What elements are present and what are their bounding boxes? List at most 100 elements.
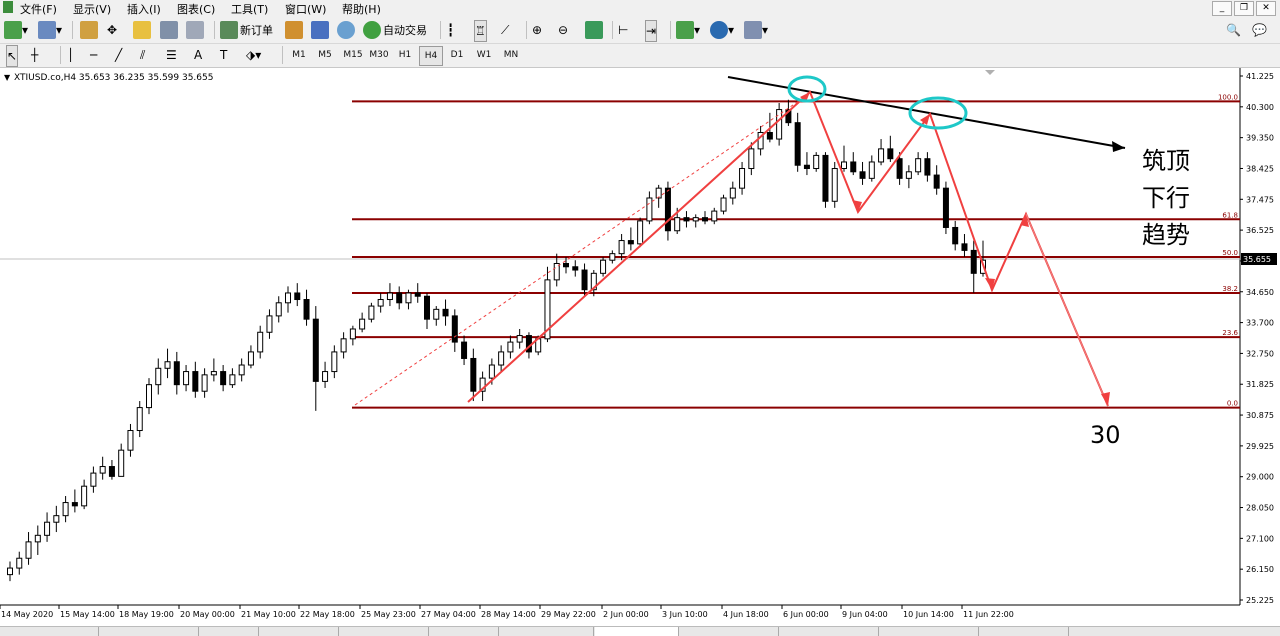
signals-icon — [311, 21, 329, 39]
candle[interactable] — [831, 161, 838, 208]
current-price-label: 35.655 — [1243, 255, 1271, 264]
new-chart-button[interactable]: ▾ — [4, 20, 28, 40]
horizontal-line-icon: ─ — [90, 48, 98, 62]
candle-body — [516, 335, 523, 343]
x-tick-label: 28 May 14:00 — [481, 610, 536, 619]
menu-help[interactable]: 帮助(H) — [342, 1, 381, 17]
candle-body — [868, 161, 875, 179]
tf-m1[interactable]: M1 — [288, 46, 310, 64]
fib-level-label: 100.0 — [1218, 93, 1238, 101]
line-chart-icon: ⟋ — [501, 22, 510, 37]
y-tick-label: 29.925 — [1246, 442, 1274, 451]
candle[interactable] — [776, 103, 783, 146]
search-button[interactable]: 🔍 — [1226, 20, 1241, 40]
meta-editor-button[interactable] — [285, 20, 303, 40]
new-order-button[interactable]: 新订单 — [220, 20, 273, 40]
zoom-out-button[interactable]: ⊖ — [558, 20, 568, 40]
candle-body — [692, 217, 699, 222]
text-button[interactable]: A — [194, 45, 202, 65]
candle-body — [600, 259, 607, 274]
candle-body — [766, 131, 773, 140]
tf-mn[interactable]: MN — [498, 46, 524, 64]
candle[interactable] — [368, 302, 375, 323]
tf-d1[interactable]: D1 — [446, 46, 468, 64]
candle-body — [25, 541, 32, 559]
shapes-button[interactable]: ⬗▾ — [246, 45, 261, 65]
profiles-button[interactable]: ▾ — [38, 20, 62, 40]
chart-shift-button[interactable]: ⊢ — [618, 20, 628, 40]
tf-h1[interactable]: H1 — [393, 46, 417, 64]
candle-body — [247, 351, 254, 366]
new-chart-icon — [4, 21, 22, 39]
tf-m30[interactable]: M30 — [366, 46, 392, 64]
candle[interactable] — [637, 217, 644, 248]
menu-bar: 文件(F) 显示(V) 插入(I) 图表(C) 工具(T) 窗口(W) 帮助(H… — [0, 0, 1280, 16]
candle-chart-icon: ♖ — [475, 24, 486, 38]
chat-button[interactable]: 💬 — [1252, 20, 1267, 40]
candle-body — [674, 217, 681, 232]
tile-windows-button[interactable] — [585, 20, 603, 40]
minimize-icon[interactable]: _ — [1212, 1, 1232, 16]
annotation-text-3[interactable]: 趋势 — [1142, 221, 1190, 249]
chart-dropdown-icon[interactable]: ▼ — [4, 73, 11, 82]
y-tick-label: 38.425 — [1246, 164, 1274, 173]
vps-button[interactable] — [337, 20, 355, 40]
cursor-button[interactable]: ↖ — [6, 45, 19, 67]
candle-body — [303, 299, 310, 320]
menu-insert[interactable]: 插入(I) — [127, 1, 161, 17]
navigator-button[interactable] — [133, 20, 151, 40]
menu-tools[interactable]: 工具(T) — [231, 1, 268, 17]
candle-chart-button[interactable]: ♖ — [474, 20, 487, 42]
signals-button[interactable] — [311, 20, 329, 40]
chart-window[interactable]: ▼ XTIUSD.co,H4 35.653 36.235 35.599 35.6… — [0, 68, 1280, 626]
periods-button[interactable]: ▾ — [710, 20, 734, 40]
candle-body — [664, 187, 671, 232]
annotation-target[interactable]: 30 — [1090, 421, 1121, 449]
candle[interactable] — [600, 256, 607, 277]
menu-view[interactable]: 显示(V) — [73, 1, 111, 17]
menu-charts[interactable]: 图表(C) — [177, 1, 215, 17]
fibonacci-button[interactable]: ☰ — [166, 45, 177, 65]
text-label-button[interactable]: T — [220, 45, 227, 65]
candle[interactable] — [813, 152, 820, 172]
candle-body — [896, 158, 903, 179]
candle-body — [748, 148, 755, 170]
menu-file[interactable]: 文件(F) — [20, 1, 57, 17]
price-chart[interactable]: ▼ XTIUSD.co,H4 35.653 36.235 35.599 35.6… — [0, 68, 1280, 626]
line-chart-button[interactable]: ⟋ — [501, 20, 509, 40]
tf-w1[interactable]: W1 — [472, 46, 496, 64]
bar-chart-button[interactable]: ┇ — [447, 20, 454, 40]
trendline-button[interactable]: ╱ — [115, 45, 122, 65]
auto-scroll-button[interactable]: ⇥ — [645, 20, 658, 42]
menu-window[interactable]: 窗口(W) — [285, 1, 326, 17]
crosshair-button[interactable]: ┼ — [31, 45, 38, 65]
vertical-line-button[interactable]: │ — [67, 45, 74, 65]
zoom-in-button[interactable]: ⊕ — [532, 20, 542, 40]
close-icon[interactable]: ✕ — [1256, 1, 1276, 16]
tf-h4[interactable]: H4 — [419, 46, 443, 66]
annotation-text-1[interactable]: 筑顶 — [1142, 147, 1190, 175]
indicators-button[interactable]: ▾ — [676, 20, 700, 40]
candle[interactable] — [720, 194, 727, 215]
candle-body — [173, 361, 180, 386]
candle[interactable] — [822, 152, 829, 208]
candle-body — [878, 148, 885, 163]
market-watch-button[interactable] — [80, 20, 98, 40]
horizontal-line-button[interactable]: ─ — [90, 45, 97, 65]
tf-m5[interactable]: M5 — [313, 46, 337, 64]
y-tick-label: 33.700 — [1246, 319, 1274, 328]
cursor-icon: ↖ — [7, 49, 18, 63]
candle[interactable] — [942, 181, 949, 235]
candle-body — [627, 240, 634, 245]
terminal-button[interactable] — [160, 20, 178, 40]
channel-button[interactable]: ⫽ — [140, 45, 145, 65]
data-window-button[interactable]: ✥ — [107, 20, 117, 40]
auto-trade-button[interactable]: 自动交易 — [363, 20, 427, 40]
tf-m15[interactable]: M15 — [339, 46, 367, 64]
tester-button[interactable] — [186, 20, 204, 40]
x-tick-label: 18 May 19:00 — [119, 610, 174, 619]
templates-button[interactable]: ▾ — [744, 20, 768, 40]
annotation-text-2[interactable]: 下行 — [1142, 184, 1190, 212]
candle-body — [118, 449, 125, 477]
restore-icon[interactable]: ❐ — [1234, 1, 1254, 16]
